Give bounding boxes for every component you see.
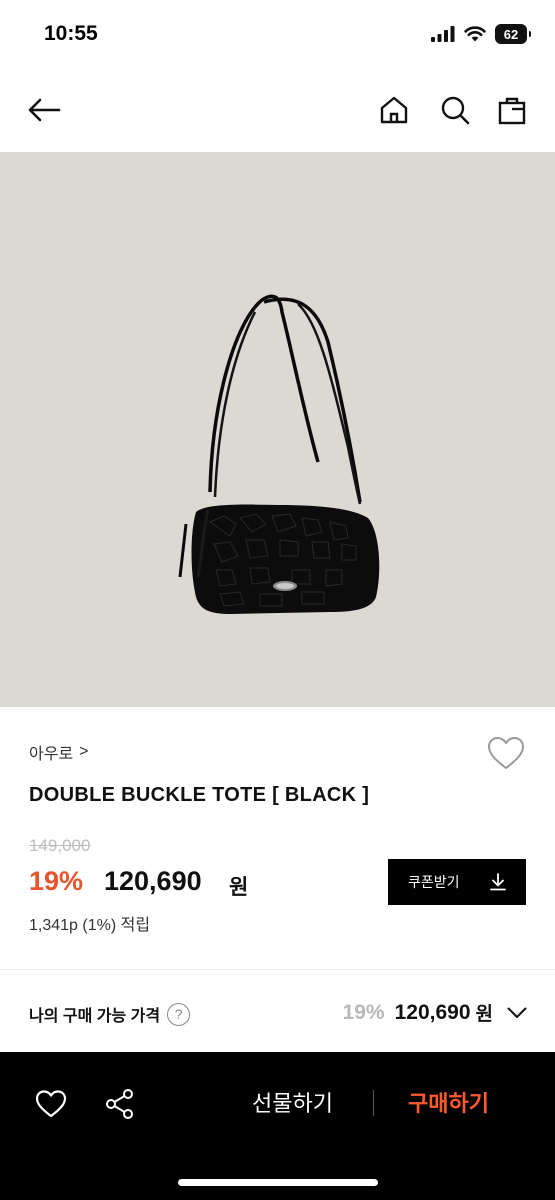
my-price-title: 나의 구매 가능 가격 — [29, 1008, 161, 1025]
heart-icon — [35, 1090, 67, 1118]
brand-name: 아우로 — [29, 746, 74, 763]
status-time: 10:55 — [44, 22, 98, 45]
original-price: 149,000 — [29, 836, 91, 855]
section-divider — [0, 969, 555, 970]
share-button[interactable] — [100, 1084, 140, 1124]
download-icon — [490, 873, 506, 891]
home-indicator[interactable] — [178, 1179, 378, 1186]
gift-button[interactable]: 선물하기 — [252, 1086, 333, 1118]
help-icon[interactable]: ? — [167, 1002, 191, 1026]
cart-button[interactable] — [494, 92, 530, 128]
bottom-wishlist-button[interactable] — [31, 1084, 71, 1124]
currency-label: 원 — [229, 876, 249, 899]
search-icon — [441, 96, 470, 125]
chevron-down-icon — [507, 1007, 527, 1018]
product-title: DOUBLE BUCKLE TOTE [ BLACK ] — [29, 784, 370, 806]
my-price-currency: 원 — [475, 1004, 493, 1025]
my-price-dropdown[interactable]: 19% 120,690 원 — [343, 999, 527, 1026]
wishlist-button[interactable] — [486, 734, 526, 774]
reward-points: 1,341p (1%) 적립 — [29, 917, 151, 934]
chevron-right-icon: > — [79, 743, 89, 760]
back-button[interactable] — [26, 92, 62, 128]
home-button[interactable] — [376, 92, 412, 128]
battery-icon: 62 — [495, 24, 531, 44]
my-discount-rate: 19% — [342, 1000, 385, 1024]
coupon-download-button[interactable]: 쿠폰받기 — [388, 859, 526, 905]
status-bar: 10:55 62 — [0, 0, 555, 70]
my-price-amount: 120,690 — [394, 1000, 471, 1024]
discount-rate: 19% — [29, 866, 84, 896]
heart-outline-icon — [488, 737, 524, 769]
bottom-action-bar: 선물하기 구매하기 — [0, 1052, 555, 1200]
buy-button[interactable]: 구매하기 — [408, 1086, 489, 1118]
status-icons: 62 — [431, 24, 531, 44]
top-navigation — [0, 70, 555, 152]
signal-icon — [431, 26, 455, 42]
coupon-label: 쿠폰받기 — [408, 874, 460, 890]
my-price-label: 나의 구매 가능 가격 ? — [29, 1002, 191, 1026]
home-icon — [380, 96, 408, 124]
share-icon — [106, 1089, 133, 1119]
back-arrow-icon — [28, 98, 61, 122]
black-croc-shoulder-bag-icon — [178, 294, 380, 614]
sale-price: 120,690 — [104, 866, 202, 896]
wifi-icon — [464, 26, 486, 42]
shopping-bag-icon — [498, 97, 526, 125]
product-image[interactable] — [0, 152, 555, 707]
search-button[interactable] — [437, 92, 473, 128]
bottom-divider — [373, 1090, 374, 1116]
brand-link[interactable]: 아우로 > — [29, 740, 89, 764]
